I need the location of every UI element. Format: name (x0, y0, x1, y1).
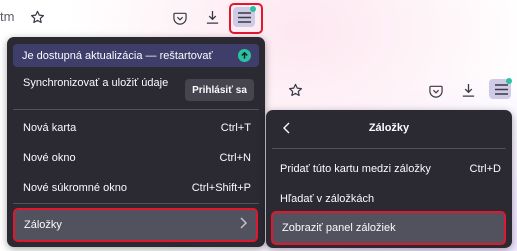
menu-item-shortcut: Ctrl+T (220, 122, 251, 134)
download-icon[interactable] (204, 9, 220, 25)
menu-item-new-window[interactable]: Nové okno Ctrl+N (23, 151, 251, 165)
pocket-icon[interactable] (428, 83, 444, 99)
bookmark-star-icon[interactable] (287, 82, 303, 98)
menu-item-bookmark-tab[interactable]: Pridať túto kartu medzi záložky Ctrl+D (280, 162, 501, 176)
app-menu-icon[interactable] (236, 10, 252, 24)
bookmarks-panel: Záložky Pridať túto kartu medzi záložky … (266, 110, 512, 248)
app-menu-icon[interactable] (493, 82, 509, 96)
menu-item-shortcut: Ctrl+D (469, 163, 501, 175)
sync-label: Synchronizovať a uložiť údaje (23, 77, 169, 89)
app-menu-panel: Je dostupná aktualizácia — reštartovať S… (7, 37, 265, 247)
bookmark-star-icon[interactable] (29, 9, 45, 25)
update-dot-icon (250, 6, 256, 12)
update-dot-icon (506, 78, 512, 84)
menu-item-new-tab[interactable]: Nová karta Ctrl+T (23, 121, 251, 135)
menu-item-label: Hľadať v záložkách (280, 193, 375, 205)
toolbar-left: tm (0, 0, 265, 34)
bookmarks-highlight (13, 208, 258, 242)
update-banner[interactable]: Je dostupná aktualizácia — reštartovať (13, 44, 259, 67)
menu-item-shortcut: Ctrl+N (219, 152, 251, 164)
download-icon[interactable] (460, 82, 476, 98)
arrow-up-icon (238, 49, 251, 62)
menu-item-label: Nové okno (23, 152, 76, 164)
menu-item-label: Nové súkromné okno (23, 182, 127, 194)
show-toolbar-highlight (271, 211, 506, 245)
separator (13, 109, 259, 110)
menu-item-search-bookmarks[interactable]: Hľadať v záložkách (280, 192, 501, 206)
truncated-page-text: tm (0, 9, 15, 24)
update-label: Je dostupná aktualizácia — reštartovať (22, 49, 213, 62)
separator (272, 148, 506, 149)
menu-item-shortcut: Ctrl+Shift+P (191, 182, 251, 194)
menu-item-label: Pridať túto kartu medzi záložky (280, 163, 431, 175)
sync-row: Synchronizovať a uložiť údaje (23, 77, 173, 90)
menu-item-label: Nová karta (23, 122, 77, 134)
sign-in-button[interactable]: Prihlásiť sa (185, 79, 254, 101)
toolbar-right (265, 72, 517, 108)
pocket-icon[interactable] (172, 10, 188, 26)
separator (13, 203, 259, 204)
bookmarks-panel-title: Záložky (368, 122, 410, 134)
menu-item-new-private-window[interactable]: Nové súkromné okno Ctrl+Shift+P (23, 181, 251, 195)
